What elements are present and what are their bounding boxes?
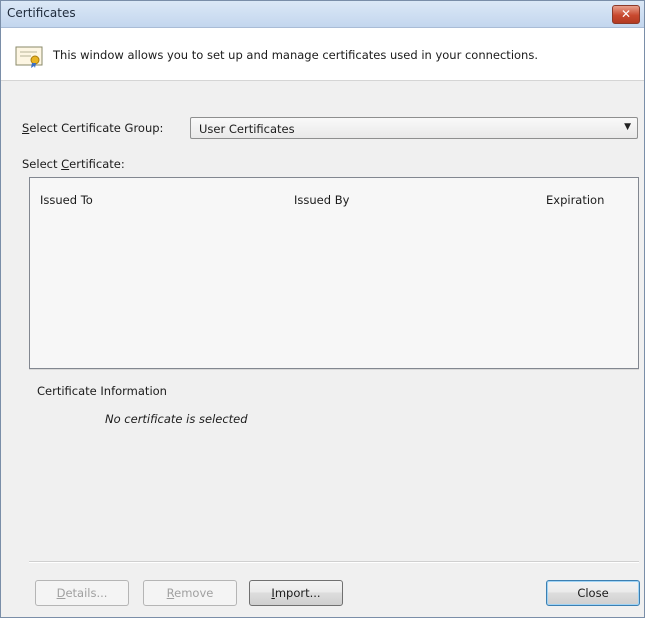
column-expiration[interactable]: Expiration bbox=[546, 193, 604, 207]
certificate-information-panel: Certificate Information No certificate i… bbox=[29, 369, 639, 557]
close-button[interactable]: Close bbox=[546, 580, 640, 606]
title-bar[interactable]: Certificates ✕ bbox=[1, 1, 644, 28]
certificate-group-select[interactable]: User Certificates ▼ bbox=[190, 117, 638, 139]
certificate-icon bbox=[15, 46, 43, 68]
select-certificate-label: Select Certificate: bbox=[22, 157, 125, 171]
info-text: This window allows you to set up and man… bbox=[53, 48, 538, 62]
close-icon: ✕ bbox=[620, 7, 632, 21]
column-issued-by[interactable]: Issued By bbox=[294, 193, 349, 207]
details-button[interactable]: Details... bbox=[35, 580, 129, 606]
button-divider bbox=[29, 561, 639, 563]
remove-button[interactable]: Remove bbox=[143, 580, 237, 606]
chevron-down-icon[interactable]: ▼ bbox=[624, 122, 631, 132]
close-window-button[interactable]: ✕ bbox=[612, 5, 640, 24]
column-issued-to[interactable]: Issued To bbox=[40, 193, 93, 207]
certificate-information-heading: Certificate Information bbox=[37, 384, 167, 398]
certificates-dialog: Certificates ✕ This window allows you to… bbox=[0, 0, 645, 618]
window-title: Certificates bbox=[7, 6, 76, 20]
info-banner: This window allows you to set up and man… bbox=[1, 28, 644, 81]
certificate-list[interactable]: Issued To Issued By Expiration bbox=[29, 177, 639, 369]
certificate-group-label: Select Certificate Group: bbox=[22, 121, 164, 135]
certificate-group-value: User Certificates bbox=[199, 122, 295, 136]
import-button[interactable]: Import... bbox=[249, 580, 343, 606]
no-certificate-message: No certificate is selected bbox=[105, 412, 248, 426]
